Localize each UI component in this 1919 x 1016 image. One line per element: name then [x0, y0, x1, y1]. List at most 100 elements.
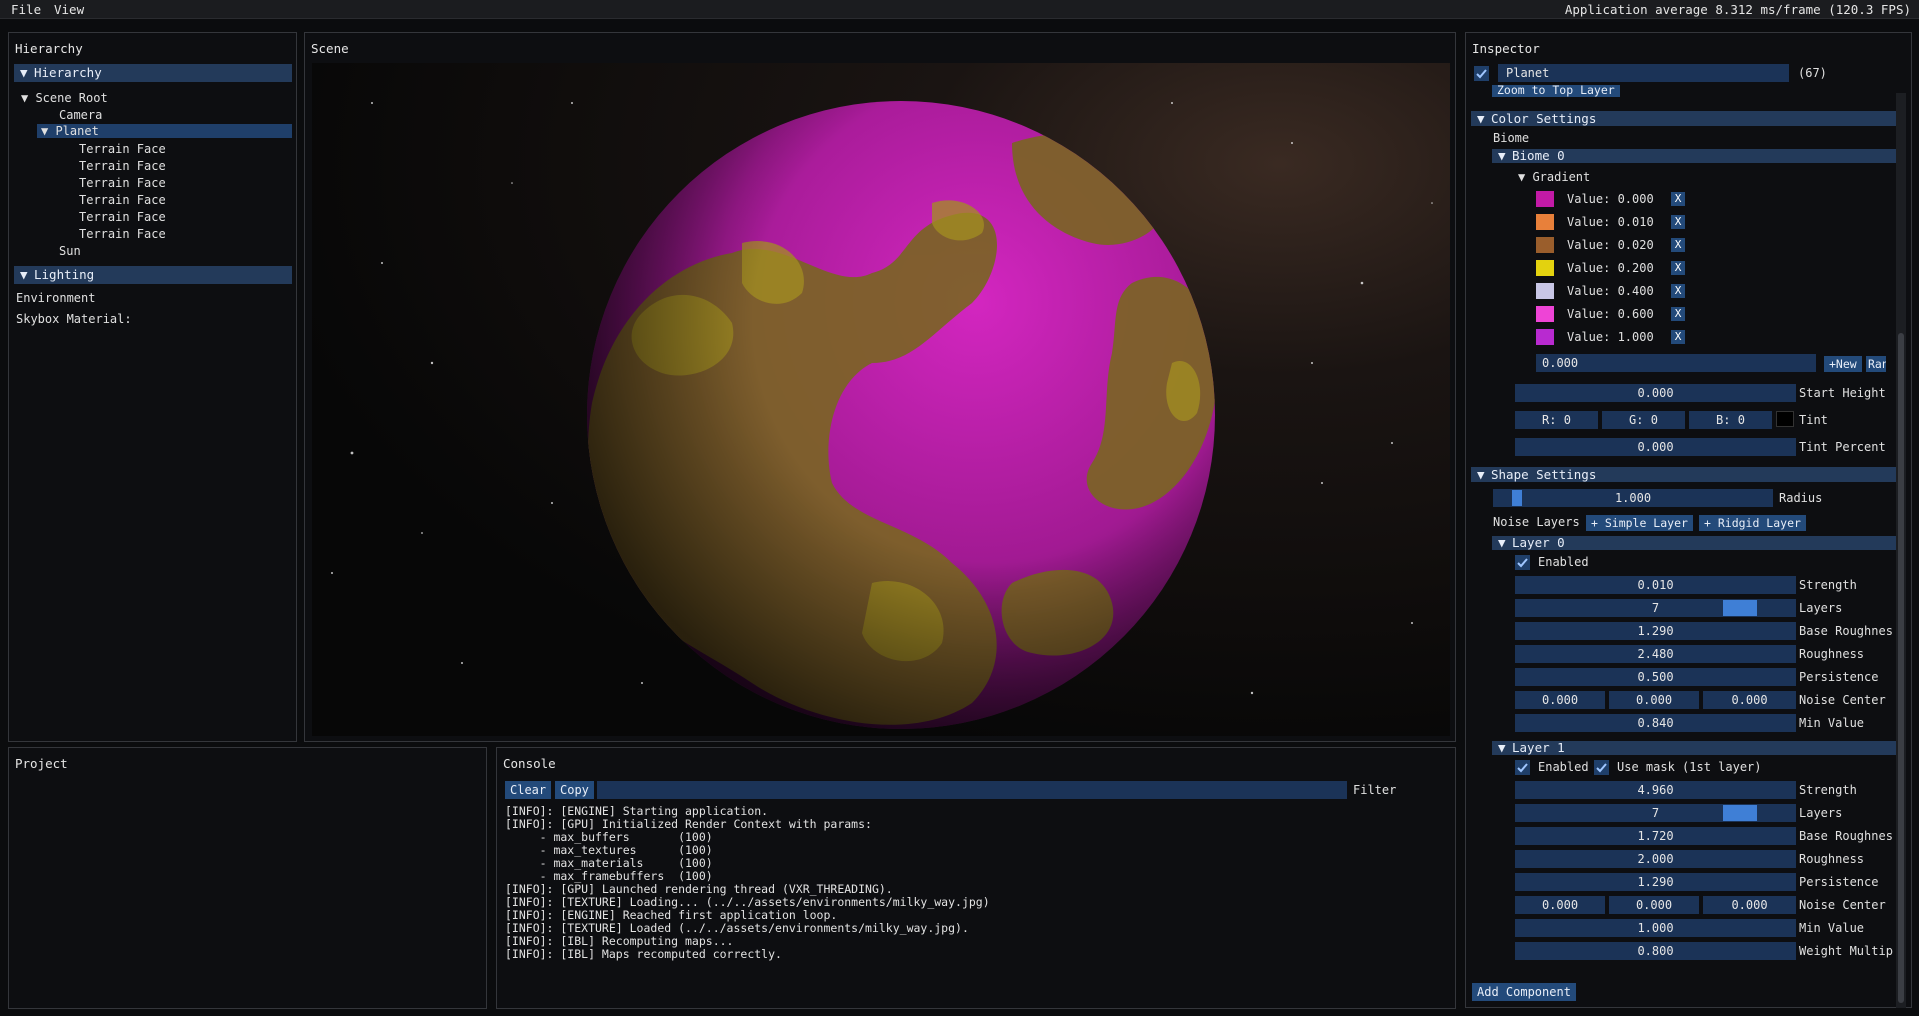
layer1-min-value-input[interactable]: 1.000 — [1515, 919, 1796, 937]
tree-scene-root[interactable]: ▼ Scene Root — [21, 91, 108, 105]
layer1-base-roughness-input[interactable]: 1.720 — [1515, 827, 1796, 845]
hierarchy-header[interactable]: ▼ Hierarchy — [14, 64, 292, 82]
layer1-layers-slider[interactable]: 7 — [1515, 804, 1796, 822]
layer1-min-value-label: Min Value — [1799, 921, 1865, 935]
layer0-persistence-label: Persistence — [1799, 670, 1879, 684]
layer0-label: Layer 0 — [1512, 535, 1565, 550]
remove-gradient-stop-button[interactable]: X — [1671, 284, 1685, 298]
biome0-header[interactable]: ▼ Biome 0 — [1492, 149, 1897, 163]
inspector-scrollbar-thumb[interactable] — [1898, 333, 1904, 1003]
shape-settings-header[interactable]: ▼ Shape Settings — [1471, 467, 1897, 482]
remove-gradient-stop-button[interactable]: X — [1671, 192, 1685, 206]
console-clear-button[interactable]: Clear — [505, 781, 552, 799]
remove-gradient-stop-button[interactable]: X — [1671, 238, 1685, 252]
console-log: [INFO]: [ENGINE] Starting application. [I… — [501, 804, 1441, 1004]
layer0-min-value-input[interactable]: 0.840 — [1515, 714, 1796, 732]
inspector-scrollbar[interactable] — [1896, 93, 1906, 1008]
console-filter-label: Filter — [1353, 783, 1397, 797]
color-settings-header[interactable]: ▼ Color Settings — [1471, 111, 1897, 126]
layer0-strength-input[interactable]: 0.010 — [1515, 576, 1796, 594]
project-title: Project — [15, 756, 68, 771]
layer1-persistence-input[interactable]: 1.290 — [1515, 873, 1796, 891]
layer1-header[interactable]: ▼ Layer 1 — [1492, 741, 1897, 755]
radius-slider-grab[interactable] — [1512, 490, 1522, 506]
tree-terrain-face[interactable]: Terrain Face — [79, 142, 166, 156]
add-component-button[interactable]: Add Component — [1472, 983, 1576, 1001]
tree-planet[interactable]: ▼ Planet — [37, 124, 292, 138]
tint-b-input[interactable]: B: 0 — [1689, 411, 1772, 429]
project-panel: Project — [8, 747, 487, 1009]
layer1-layers-label: Layers — [1799, 806, 1843, 820]
remove-gradient-stop-button[interactable]: X — [1671, 215, 1685, 229]
console-line: - max_textures (100) — [505, 843, 713, 857]
remove-gradient-stop-button[interactable]: X — [1671, 307, 1685, 321]
tree-terrain-face[interactable]: Terrain Face — [79, 176, 166, 190]
layer0-layers-grab[interactable] — [1723, 600, 1757, 616]
gradient-stop-swatch[interactable] — [1536, 306, 1554, 322]
gradient-stop-swatch[interactable] — [1536, 283, 1554, 299]
tree-camera[interactable]: Camera — [59, 108, 102, 122]
tree-terrain-face[interactable]: Terrain Face — [79, 227, 166, 241]
tree-terrain-face[interactable]: Terrain Face — [79, 210, 166, 224]
radius-label: Radius — [1779, 491, 1823, 505]
chevron-down-icon: ▼ — [20, 267, 28, 282]
tree-terrain-face[interactable]: Terrain Face — [79, 193, 166, 207]
console-line: [INFO]: [TEXTURE] Loaded (../../assets/e… — [505, 921, 969, 935]
console-filter-input[interactable] — [597, 781, 1347, 799]
layer0-persistence-input[interactable]: 0.500 — [1515, 668, 1796, 686]
layer0-roughness-input[interactable]: 2.480 — [1515, 645, 1796, 663]
gradient-stop-swatch[interactable] — [1536, 260, 1554, 276]
layer0-noise-center-y[interactable]: 0.000 — [1609, 691, 1699, 709]
layer1-base-roughness-label: Base Roughnes — [1799, 829, 1893, 843]
layer0-base-roughness-input[interactable]: 1.290 — [1515, 622, 1796, 640]
gradient-header[interactable]: ▼ Gradient — [1518, 168, 1590, 186]
new-gradient-button[interactable]: +New — [1824, 356, 1862, 372]
layer0-layers-slider[interactable]: 7 — [1515, 599, 1796, 617]
object-id: (67) — [1798, 66, 1827, 80]
layer1-use-mask-checkbox[interactable] — [1594, 760, 1609, 775]
layer0-header[interactable]: ▼ Layer 0 — [1492, 536, 1897, 550]
layer1-roughness-input[interactable]: 2.000 — [1515, 850, 1796, 868]
layer1-strength-input[interactable]: 4.960 — [1515, 781, 1796, 799]
tint-r-input[interactable]: R: 0 — [1515, 411, 1598, 429]
remove-gradient-stop-button[interactable]: X — [1671, 330, 1685, 344]
gradient-stop-swatch[interactable] — [1536, 191, 1554, 207]
start-height-input[interactable]: 0.000 — [1515, 384, 1796, 402]
layer1-weight-multiplier-input[interactable]: 0.800 — [1515, 942, 1796, 960]
menu-file[interactable]: File — [11, 2, 41, 17]
tree-sun[interactable]: Sun — [59, 244, 81, 258]
new-gradient-value-input[interactable]: 0.000 — [1536, 354, 1816, 372]
console-copy-button[interactable]: Copy — [555, 781, 594, 799]
add-ridgid-layer-button[interactable]: + Ridgid Layer — [1699, 515, 1806, 531]
layer0-noise-center-z[interactable]: 0.000 — [1703, 691, 1796, 709]
gradient-stop-swatch[interactable] — [1536, 214, 1554, 230]
console-line: - max_materials (100) — [505, 856, 713, 870]
menu-view[interactable]: View — [54, 2, 84, 17]
tint-g-input[interactable]: G: 0 — [1602, 411, 1685, 429]
layer1-use-mask-label: Use mask (1st layer) — [1617, 760, 1762, 774]
remove-gradient-stop-button[interactable]: X — [1671, 261, 1685, 275]
tint-color-swatch[interactable] — [1776, 411, 1794, 427]
object-active-checkbox[interactable] — [1474, 66, 1489, 81]
layer1-noise-center-z[interactable]: 0.000 — [1703, 896, 1796, 914]
layer0-noise-center-x[interactable]: 0.000 — [1515, 691, 1605, 709]
layer1-enabled-checkbox[interactable] — [1515, 760, 1530, 775]
tint-percent-input[interactable]: 0.000 — [1515, 438, 1796, 456]
gradient-stop-swatch[interactable] — [1536, 237, 1554, 253]
hierarchy-header-label: Hierarchy — [34, 65, 102, 80]
gradient-stop-swatch[interactable] — [1536, 329, 1554, 345]
layer1-noise-center-y[interactable]: 0.000 — [1609, 896, 1699, 914]
layer0-enabled-checkbox[interactable] — [1515, 555, 1530, 570]
layer0-enabled-label: Enabled — [1538, 555, 1589, 569]
object-name-input[interactable]: Planet — [1498, 64, 1789, 82]
radius-slider[interactable]: 1.000 — [1493, 489, 1773, 507]
add-simple-layer-button[interactable]: + Simple Layer — [1586, 515, 1693, 531]
tree-terrain-face[interactable]: Terrain Face — [79, 159, 166, 173]
layer1-noise-center-x[interactable]: 0.000 — [1515, 896, 1605, 914]
lighting-header[interactable]: ▼ Lighting — [14, 266, 292, 284]
scene-viewport[interactable] — [312, 63, 1450, 736]
check-icon — [1596, 763, 1607, 773]
zoom-to-top-layer-button[interactable]: Zoom to Top Layer — [1492, 85, 1620, 97]
layer1-layers-grab[interactable] — [1723, 805, 1757, 821]
random-gradient-button[interactable]: Ran — [1866, 356, 1886, 372]
